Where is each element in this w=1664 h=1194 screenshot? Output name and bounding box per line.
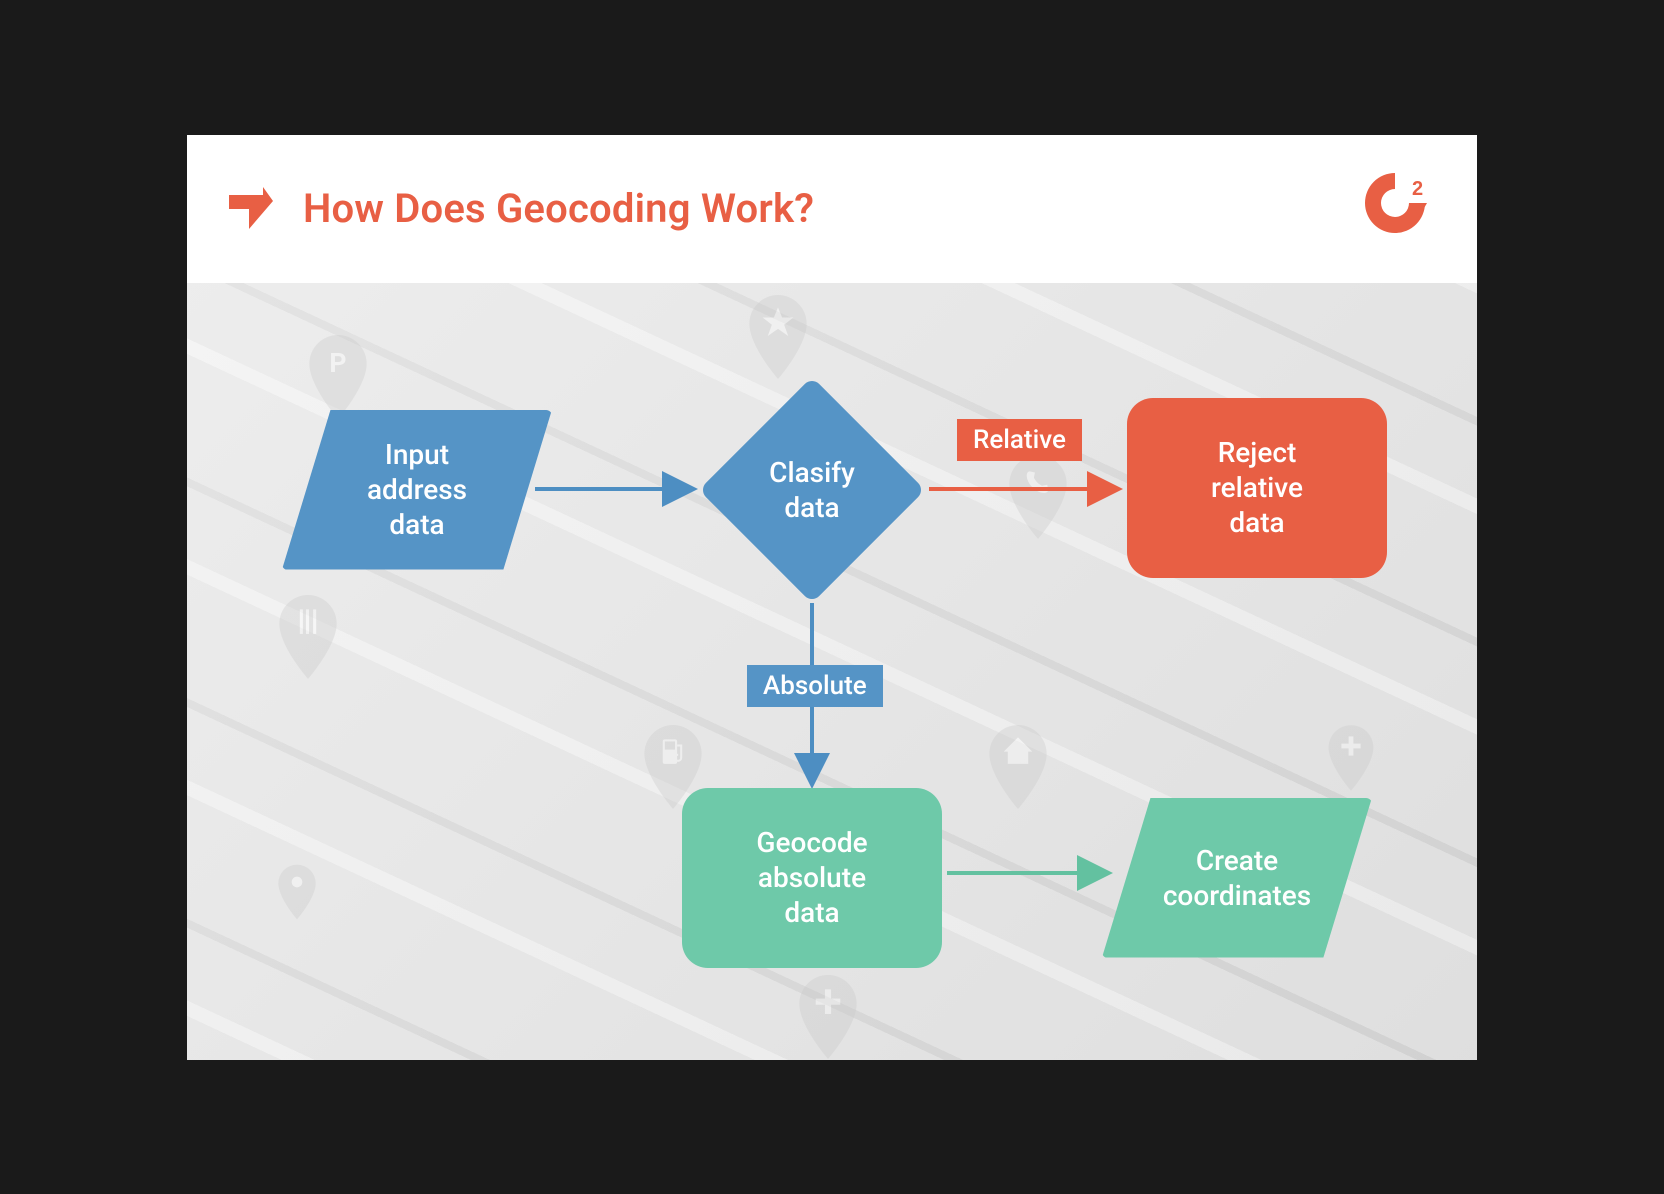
g2-logo-icon: 2 bbox=[1357, 167, 1437, 247]
svg-text:2: 2 bbox=[1412, 178, 1423, 200]
arrow-down-icon bbox=[227, 185, 275, 233]
map-pin-plus-icon bbox=[1327, 723, 1375, 793]
page-title: How Does Geocoding Work? bbox=[303, 185, 814, 232]
map-pin-fuel-icon bbox=[642, 723, 704, 811]
map-pin-home-icon bbox=[987, 723, 1049, 811]
svg-text:P: P bbox=[329, 347, 346, 378]
map-background: P bbox=[187, 283, 1477, 1060]
map-pin-hospital-icon bbox=[797, 973, 859, 1060]
map-pin-dot-icon bbox=[277, 863, 317, 921]
map-pin-phone-icon bbox=[1007, 453, 1069, 541]
map-pin-fork-knife-icon bbox=[277, 593, 339, 681]
diagram-canvas: How Does Geocoding Work? 2 P bbox=[187, 135, 1477, 1060]
header-bar: How Does Geocoding Work? 2 bbox=[187, 135, 1477, 283]
map-pin-parking-icon: P bbox=[307, 333, 369, 421]
map-pin-star-icon bbox=[747, 293, 809, 381]
